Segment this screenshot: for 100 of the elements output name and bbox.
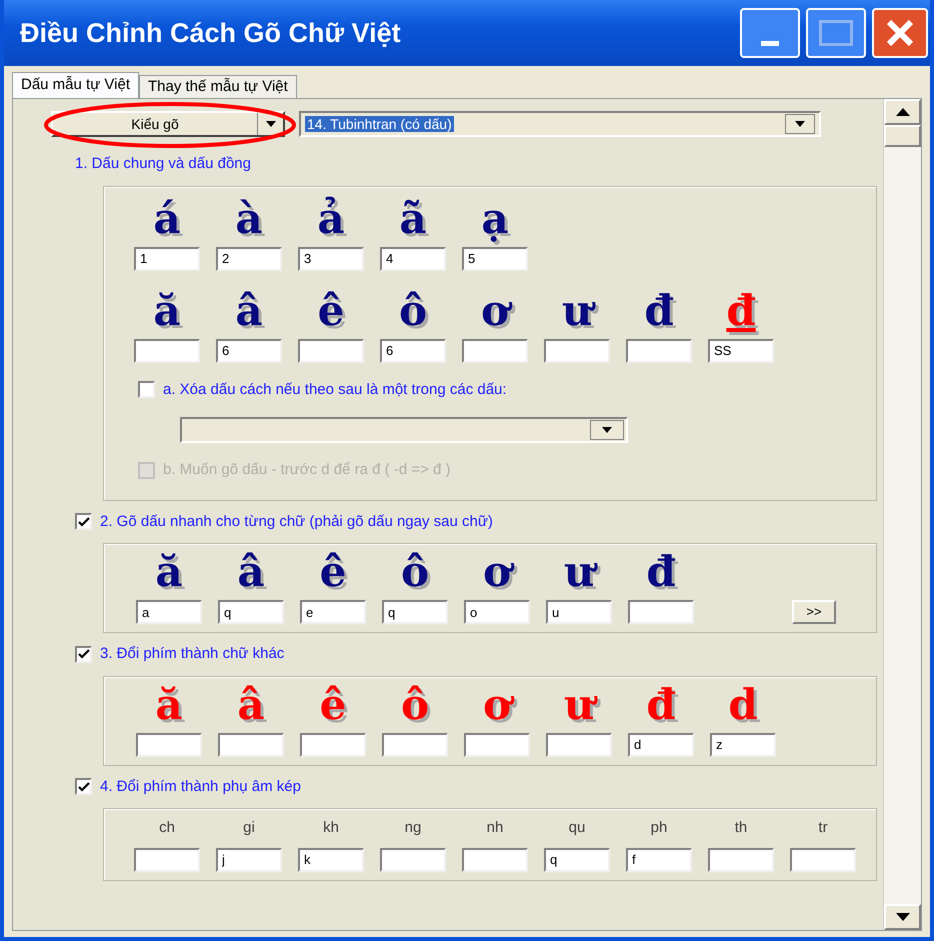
letter-glyph: â <box>234 286 264 334</box>
checkmark-icon <box>78 782 90 792</box>
key-input[interactable]: z <box>710 732 776 756</box>
scheme-value: 14. Tubinhtran (có dấu) <box>305 114 455 134</box>
key-input[interactable] <box>218 732 284 756</box>
mode-dropdown[interactable]: Kiểu gõ <box>51 111 285 137</box>
key-input[interactable]: 6 <box>380 338 446 362</box>
letter-glyph: ô <box>400 680 430 728</box>
consonant-label: qu <box>568 818 586 838</box>
key-input[interactable]: 4 <box>380 246 446 270</box>
scrollbar[interactable] <box>883 99 921 930</box>
tab[interactable]: Thay thế mẫu tự Việt <box>138 75 297 98</box>
window-title: Điều Chỉnh Cách Gõ Chữ Việt <box>20 16 401 50</box>
key-input[interactable]: u <box>546 600 612 624</box>
checkmark-icon <box>78 516 90 527</box>
key-input[interactable] <box>462 848 528 872</box>
letter-glyph: đ <box>645 548 677 596</box>
key-input[interactable]: d <box>628 732 694 756</box>
scroll-down-button[interactable] <box>884 904 921 930</box>
letter-glyph: ơ <box>462 286 528 334</box>
section-title: 2. Gõ dấu nhanh cho từng chữ (phải gõ dấu ngay sau chữ) <box>100 512 493 532</box>
section-title: 4. Đổi phím thành phụ âm kép <box>100 776 301 796</box>
checkbox[interactable] <box>138 381 155 398</box>
letter-glyph: d <box>727 680 759 728</box>
key-input[interactable]: 6 <box>216 338 282 362</box>
key-input[interactable]: k <box>298 848 364 872</box>
option-label: a. Xóa dấu cách nếu theo sau là một trong các dấu: <box>163 380 507 400</box>
key-input[interactable] <box>464 732 530 756</box>
key-input[interactable]: 3 <box>298 246 364 270</box>
scroll-thumb[interactable] <box>884 125 921 147</box>
scroll-up-button[interactable] <box>884 99 921 125</box>
close-icon <box>885 18 915 48</box>
delimiter-dropdown[interactable] <box>180 417 628 443</box>
letter-glyph: ô <box>398 286 428 334</box>
key-input[interactable]: SS <box>708 338 774 362</box>
letter-glyph: ư <box>546 548 612 596</box>
consonant-label: ch <box>159 818 175 838</box>
letter-glyph: đ <box>725 286 757 334</box>
letter-glyph: đ <box>643 286 675 334</box>
key-input[interactable] <box>298 338 364 362</box>
minimize-button[interactable] <box>740 8 800 58</box>
letter-glyph: ô <box>400 548 430 596</box>
key-input[interactable] <box>136 732 202 756</box>
key-input[interactable]: q <box>382 600 448 624</box>
consonant-label: nh <box>486 818 504 838</box>
section-title: 1. Dấu chung và dấu đồng <box>75 154 251 174</box>
key-input[interactable] <box>134 338 200 362</box>
key-input[interactable]: 1 <box>134 246 200 270</box>
key-input[interactable] <box>546 732 612 756</box>
key-input[interactable] <box>790 848 856 872</box>
key-input[interactable] <box>462 338 528 362</box>
consonant-label: ng <box>404 818 422 838</box>
key-input[interactable] <box>708 848 774 872</box>
checkbox[interactable] <box>75 646 92 663</box>
letter-glyph: ê <box>318 548 348 596</box>
letter-glyph: ă <box>152 286 182 334</box>
tab[interactable]: Dấu mẫu tự Việt <box>12 72 139 98</box>
checkbox[interactable] <box>75 513 92 530</box>
letter-glyph: ă <box>154 548 184 596</box>
key-input[interactable]: a <box>136 600 202 624</box>
key-input[interactable]: 2 <box>216 246 282 270</box>
key-input[interactable] <box>628 600 694 624</box>
letter-glyph: ư <box>544 286 610 334</box>
key-input[interactable] <box>544 338 610 362</box>
letter-glyph: ả <box>316 194 346 242</box>
letter-glyph: đ <box>645 680 677 728</box>
dropdown-arrow-icon <box>266 121 276 127</box>
key-input[interactable] <box>134 848 200 872</box>
down-arrow-icon <box>896 913 910 921</box>
maximize-button[interactable] <box>806 8 866 58</box>
consonant-label: kh <box>323 818 339 838</box>
key-input[interactable]: e <box>300 600 366 624</box>
key-input[interactable]: q <box>218 600 284 624</box>
key-input[interactable]: o <box>464 600 530 624</box>
key-input[interactable]: q <box>544 848 610 872</box>
section-title: 3. Đổi phím thành chữ khác <box>100 644 284 664</box>
letter-glyph: ê <box>316 286 346 334</box>
letter-glyph: ă <box>154 680 184 728</box>
key-input[interactable]: f <box>626 848 692 872</box>
checkbox[interactable] <box>75 778 92 796</box>
minimize-icon <box>761 41 779 46</box>
key-input[interactable] <box>626 338 692 362</box>
key-input[interactable] <box>382 732 448 756</box>
key-input[interactable] <box>380 848 446 872</box>
letter-glyph: ơ <box>464 680 530 728</box>
letter-glyph: â <box>236 680 266 728</box>
scheme-dropdown[interactable]: 14. Tubinhtran (có dấu) <box>299 111 821 137</box>
more-button[interactable]: >> <box>792 600 836 624</box>
letter-glyph: ư <box>546 680 612 728</box>
close-button[interactable] <box>872 8 928 58</box>
dropdown-arrow-icon <box>602 427 612 433</box>
letter-glyph: ơ <box>464 548 530 596</box>
key-input[interactable] <box>300 732 366 756</box>
letter-glyph: ê <box>318 680 348 728</box>
key-input[interactable]: j <box>216 848 282 872</box>
key-input[interactable]: 5 <box>462 246 528 270</box>
letter-glyph: á <box>152 194 182 242</box>
consonant-label: tr <box>818 818 828 838</box>
maximize-icon <box>819 20 853 46</box>
letter-glyph: ã <box>398 194 428 242</box>
